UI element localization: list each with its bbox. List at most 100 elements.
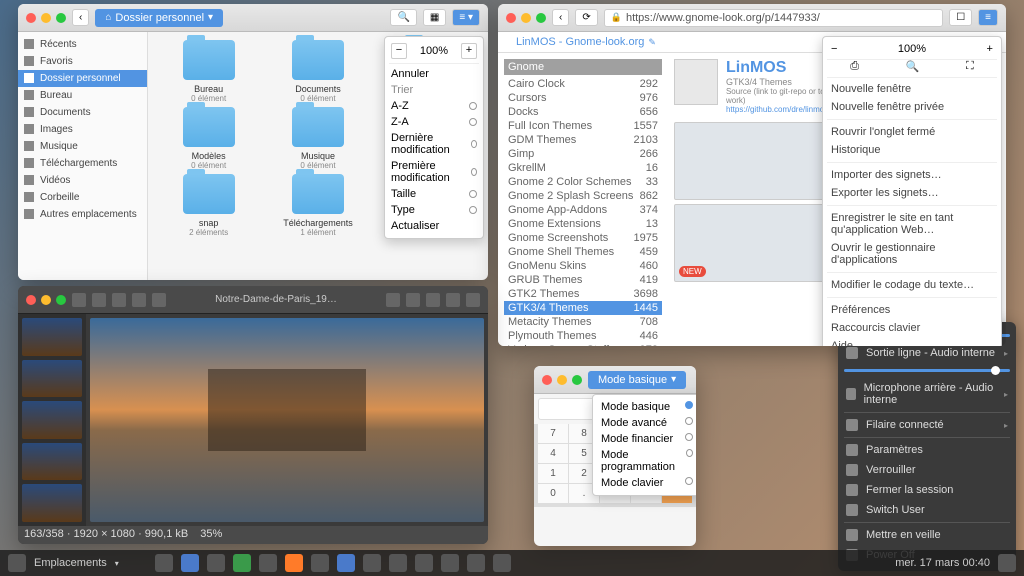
max-icon[interactable] xyxy=(572,375,582,385)
thumbnail[interactable] xyxy=(22,360,82,398)
menu-item[interactable]: Importer des signets… xyxy=(827,166,997,184)
tool-icon[interactable] xyxy=(446,293,460,307)
category-item[interactable]: Plymouth Themes446 xyxy=(504,329,662,343)
activities-icon[interactable] xyxy=(8,554,26,572)
app-icon[interactable] xyxy=(337,554,355,572)
close-icon[interactable] xyxy=(506,13,516,23)
url-bar[interactable]: 🔒 https://www.gnome-look.org/p/1447933/ xyxy=(604,9,943,27)
min-icon[interactable] xyxy=(557,375,567,385)
menu-item[interactable]: Aide xyxy=(827,337,997,346)
app-icon[interactable] xyxy=(233,554,251,572)
category-item[interactable]: Gnome 2 Color Schemes33 xyxy=(504,175,662,189)
mode-option[interactable]: Mode financier xyxy=(597,431,696,447)
mode-option[interactable]: Mode clavier xyxy=(597,475,696,491)
tool-icon[interactable] xyxy=(152,293,166,307)
tray-item[interactable]: Fermer la session xyxy=(844,480,1010,500)
sidebar-item[interactable]: Téléchargements xyxy=(18,155,147,172)
max-icon[interactable] xyxy=(56,295,66,305)
tray-icon[interactable] xyxy=(998,554,1016,572)
back-button[interactable]: ‹ xyxy=(552,9,569,26)
max-icon[interactable] xyxy=(536,13,546,23)
category-item[interactable]: GRUB Themes419 xyxy=(504,273,662,287)
sort-option[interactable]: A-Z xyxy=(389,98,479,114)
min-icon[interactable] xyxy=(41,295,51,305)
close-icon[interactable] xyxy=(26,295,36,305)
thumbnail[interactable] xyxy=(22,484,82,522)
sidebar-item[interactable]: Corbeille xyxy=(18,189,147,206)
sidebar-item[interactable]: Bureau xyxy=(18,87,147,104)
tool-icon[interactable] xyxy=(466,293,480,307)
thumbnail[interactable] xyxy=(22,318,82,356)
folder-item[interactable]: Téléchargements1 élément xyxy=(265,174,370,237)
zoom-out-button[interactable]: − xyxy=(391,43,407,59)
sidebar-item[interactable]: Documents xyxy=(18,104,147,121)
menu-item[interactable]: Enregistrer le site en tant qu'applicati… xyxy=(827,209,997,239)
search-icon[interactable]: 🔍 xyxy=(390,9,416,26)
input-device[interactable]: Microphone arrière - Audio interne▸ xyxy=(844,378,1010,410)
hamburger-button[interactable]: ≡ xyxy=(978,9,998,26)
network-item[interactable]: Filaire connecté▸ xyxy=(844,415,1010,435)
mode-dropdown[interactable]: Mode basique ▾ xyxy=(588,371,686,389)
output-device[interactable]: Sortie ligne - Audio interne▸ xyxy=(844,343,1010,363)
screenshot-thumb[interactable]: NEW xyxy=(674,204,835,282)
calc-key[interactable]: 7 xyxy=(538,424,568,443)
folder-item[interactable]: Bureau0 élément xyxy=(156,40,261,103)
menu-item[interactable]: Ouvrir le gestionnaire d'applications xyxy=(827,239,997,269)
firefox-icon[interactable] xyxy=(285,554,303,572)
back-button[interactable]: ‹ xyxy=(72,9,89,26)
category-item[interactable]: Cairo Clock292 xyxy=(504,77,662,91)
category-item[interactable]: Gnome App-Addons374 xyxy=(504,203,662,217)
view-toggle[interactable]: ▦ xyxy=(423,9,446,26)
app-icon[interactable] xyxy=(441,554,459,572)
sidebar-item[interactable]: Favoris xyxy=(18,53,147,70)
category-item[interactable]: Gnome Extensions13 xyxy=(504,217,662,231)
sort-option[interactable]: Z-A xyxy=(389,114,479,130)
menu-item[interactable]: Nouvelle fenêtre xyxy=(827,80,997,98)
category-item[interactable]: Gnome Screenshots1975 xyxy=(504,231,662,245)
thumbnail[interactable] xyxy=(22,401,82,439)
category-item[interactable]: Various Gnome Stuff973 xyxy=(504,343,662,346)
clock[interactable]: mer. 17 mars 00:40 xyxy=(895,557,990,569)
reload-button[interactable]: ⟳ xyxy=(575,9,597,26)
sidebar-item[interactable]: Autres emplacements xyxy=(18,206,147,223)
category-item[interactable]: GDM Themes2103 xyxy=(504,133,662,147)
app-icon[interactable] xyxy=(389,554,407,572)
zoom-in-button[interactable]: + xyxy=(461,43,477,59)
category-item[interactable]: Metacity Themes708 xyxy=(504,315,662,329)
tray-item[interactable]: Paramètres xyxy=(844,440,1010,460)
close-icon[interactable] xyxy=(26,13,36,23)
fullscreen-icon[interactable]: ⛶ xyxy=(966,60,974,73)
min-icon[interactable] xyxy=(41,13,51,23)
app-icon[interactable] xyxy=(207,554,225,572)
folder-item[interactable]: Modèles0 élément xyxy=(156,107,261,170)
category-item[interactable]: GnoMenu Skins460 xyxy=(504,259,662,273)
folder-item[interactable]: Musique0 élément xyxy=(265,107,370,170)
menu-item[interactable]: Nouvelle fenêtre privée xyxy=(827,98,997,116)
folder-item[interactable]: snap2 éléments xyxy=(156,174,261,237)
zoom-out-button[interactable]: − xyxy=(831,43,837,55)
sidebar-item[interactable]: Musique xyxy=(18,138,147,155)
sort-option[interactable]: Première modification xyxy=(389,158,479,186)
print-icon[interactable]: ⎙ xyxy=(850,60,859,73)
tool-icon[interactable] xyxy=(426,293,440,307)
zoom-in-button[interactable]: + xyxy=(987,43,993,55)
menu-item[interactable]: Raccourcis clavier xyxy=(827,319,997,337)
sidebar-item[interactable]: Images xyxy=(18,121,147,138)
refresh-item[interactable]: Actualiser xyxy=(389,218,479,234)
min-icon[interactable] xyxy=(521,13,531,23)
sort-option[interactable]: Taille xyxy=(389,186,479,202)
power-item[interactable]: Mettre en veille xyxy=(844,525,1010,545)
category-item[interactable]: Gnome Shell Themes459 xyxy=(504,245,662,259)
menu-item[interactable]: Exporter les signets… xyxy=(827,184,997,202)
app-icon[interactable] xyxy=(259,554,277,572)
tool-icon[interactable] xyxy=(72,293,86,307)
calc-key[interactable]: 4 xyxy=(538,444,568,463)
category-item[interactable]: Gnome 2 Splash Screens862 xyxy=(504,189,662,203)
mode-option[interactable]: Mode programmation xyxy=(597,447,696,475)
find-icon[interactable]: 🔍 xyxy=(906,60,920,73)
menu-item[interactable]: Rouvrir l'onglet fermé xyxy=(827,123,997,141)
mic-slider[interactable] xyxy=(844,369,1010,372)
menu-item[interactable]: Modifier le codage du texte… xyxy=(827,276,997,294)
calc-key[interactable]: 0 xyxy=(538,484,568,503)
app-icon[interactable] xyxy=(181,554,199,572)
